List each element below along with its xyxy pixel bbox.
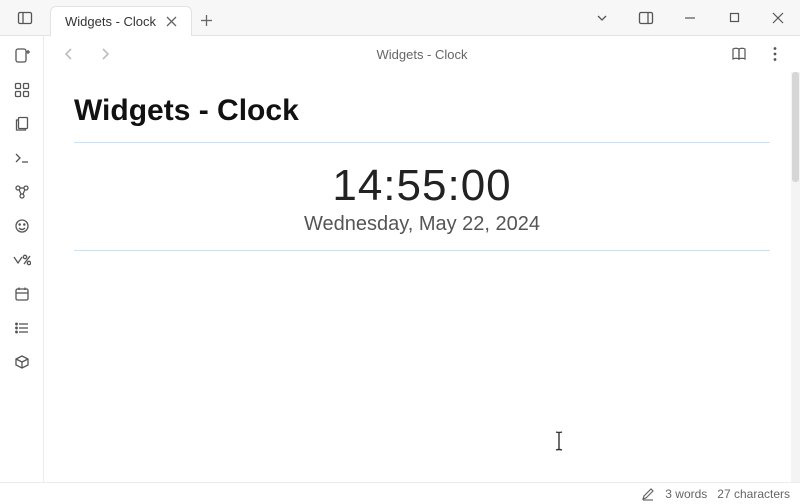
package-icon[interactable] [12, 352, 32, 372]
document-heading: Widgets - Clock [74, 94, 770, 128]
window-controls [580, 0, 800, 35]
status-bar: 3 words 27 characters [0, 482, 800, 504]
main-row: Widgets - Clock Widgets - Clock 14:55:00… [0, 36, 800, 482]
clock-time: 14:55:00 [74, 161, 770, 211]
forward-button[interactable] [94, 43, 116, 65]
close-window-button[interactable] [756, 0, 800, 36]
tab-title: Widgets - Clock [65, 14, 156, 29]
minimize-button[interactable] [668, 0, 712, 36]
back-button[interactable] [58, 43, 80, 65]
dashboard-icon[interactable] [12, 80, 32, 100]
edit-mode-icon[interactable] [641, 487, 655, 501]
tab-list-icon[interactable] [580, 0, 624, 36]
graph-icon[interactable] [12, 182, 32, 202]
book-icon[interactable] [728, 43, 750, 65]
list-icon[interactable] [12, 318, 32, 338]
titlebar: Widgets - Clock [0, 0, 800, 36]
app-window: Widgets - Clock [0, 0, 800, 504]
document[interactable]: Widgets - Clock 14:55:00 Wednesday, May … [44, 72, 800, 251]
content-area: Widgets - Clock Widgets - Clock 14:55:00… [44, 36, 800, 482]
panel-toggle-icon[interactable] [624, 0, 668, 36]
sidebar-toggle-icon[interactable] [17, 10, 33, 26]
maximize-button[interactable] [712, 0, 756, 36]
calendar-icon[interactable] [12, 284, 32, 304]
new-note-icon[interactable] [12, 46, 32, 66]
char-count[interactable]: 27 characters [717, 487, 790, 501]
sub-header: Widgets - Clock [44, 36, 800, 72]
emoji-icon[interactable] [12, 216, 32, 236]
clock-date: Wednesday, May 22, 2024 [74, 213, 770, 236]
new-tab-button[interactable] [192, 6, 220, 35]
tab-active[interactable]: Widgets - Clock [50, 6, 192, 36]
documents-icon[interactable] [12, 114, 32, 134]
clock-widget: 14:55:00 Wednesday, May 22, 2024 [74, 142, 770, 251]
activity-bar [0, 36, 44, 482]
more-menu-icon[interactable] [764, 43, 786, 65]
scrollbar-thumb[interactable] [792, 72, 799, 182]
text-cursor-icon [554, 430, 564, 452]
word-count[interactable]: 3 words [665, 487, 707, 501]
tab-close-icon[interactable] [166, 14, 177, 30]
terminal-icon[interactable] [12, 148, 32, 168]
percent-icon[interactable] [12, 250, 32, 270]
vertical-scrollbar[interactable] [791, 72, 800, 482]
page-title: Widgets - Clock [130, 47, 714, 62]
